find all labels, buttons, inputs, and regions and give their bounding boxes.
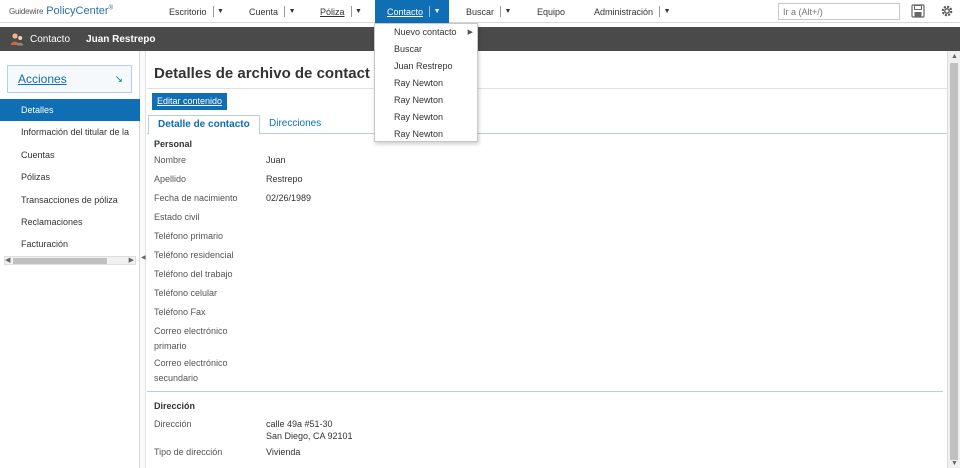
field-label-tipo-direccion: Tipo de dirección	[154, 447, 223, 457]
nav-label-administracion: Administración	[594, 6, 654, 17]
submenu-arrow-icon: ▶	[467, 29, 473, 36]
sidebar-splitter[interactable]: ◀	[140, 51, 146, 468]
field-value-fecha-nacimiento: 02/26/1989	[266, 193, 312, 203]
nav-tab-buscar[interactable]: Buscar ▼	[460, 0, 515, 23]
field-value-direccion-line1: calle 49a #51-30	[266, 419, 333, 429]
field-label-telefono-fax: Teléfono Fax	[154, 307, 206, 317]
nav-label-poliza: Póliza	[320, 6, 345, 17]
field-label-correo-secundario: Correo electrónico secundario	[154, 358, 228, 383]
actions-label: Acciones	[18, 72, 67, 86]
nav-tab-administracion[interactable]: Administración ▼	[588, 0, 674, 23]
top-navigation-bar: Guidewire PolicyCenter® Escritorio ▼ Cuen…	[0, 0, 960, 23]
sidebar-horizontal-scrollbar[interactable]: ◀ ▶	[4, 256, 136, 265]
scrollbar-thumb[interactable]	[13, 258, 107, 264]
nav-tab-cuenta[interactable]: Cuenta ▼	[243, 0, 299, 23]
caret-down-icon[interactable]: ▼	[214, 8, 228, 15]
contact-name: Juan Restrepo	[86, 33, 156, 45]
edit-content-button[interactable]: Editar contenido	[152, 93, 228, 110]
nav-tab-equipo[interactable]: Equipo	[531, 0, 571, 23]
field-label-direccion: Dirección	[154, 419, 192, 429]
caret-down-icon[interactable]: ▼	[660, 8, 674, 15]
field-label-apellido: Apellido	[154, 174, 187, 184]
scrollbar-thumb[interactable]	[950, 63, 958, 460]
sidebar-item-polizas[interactable]: Pólizas	[0, 166, 140, 188]
menu-item-buscar[interactable]: Buscar	[375, 41, 477, 58]
nav-tab-poliza[interactable]: Póliza ▼	[314, 0, 366, 23]
field-value-nombre: Juan	[266, 155, 286, 165]
sidebar-item-facturacion[interactable]: Facturación	[0, 233, 140, 255]
nav-label-buscar: Buscar	[466, 6, 495, 17]
nav-label-escritorio: Escritorio	[169, 6, 207, 17]
scroll-left-icon[interactable]: ◀	[5, 256, 10, 264]
scroll-right-icon[interactable]: ▶	[129, 256, 134, 264]
app-logo[interactable]: Guidewire PolicyCenter®	[9, 5, 113, 17]
tab-direcciones[interactable]: Direcciones	[260, 115, 330, 134]
caret-down-icon[interactable]: ▼	[430, 8, 444, 15]
menu-item-ray-newton[interactable]: Ray Newton	[375, 109, 477, 126]
sidebar-item-detalles[interactable]: Detalles	[0, 99, 140, 121]
menu-item-juan-restrepo[interactable]: Juan Restrepo	[375, 58, 477, 75]
main-content: Detalles de archivo de contact Editar co…	[147, 51, 947, 468]
sidebar-item-informacion-titular[interactable]: Información del titular de la	[0, 121, 140, 143]
menu-item-nuevo-contacto[interactable]: Nuevo contacto ▶	[375, 24, 477, 41]
field-label-nombre: Nombre	[154, 155, 187, 165]
brand-mark: ®	[108, 5, 113, 12]
menu-item-ray-newton[interactable]: Ray Newton	[375, 92, 477, 109]
brand-small: Guidewire	[9, 7, 44, 16]
divider	[147, 88, 947, 89]
nav-tab-contacto[interactable]: Contacto ▼	[375, 0, 449, 23]
actions-menu-button[interactable]: Acciones ↘	[7, 65, 132, 93]
menu-item-ray-newton[interactable]: Ray Newton	[375, 126, 477, 143]
context-label: Contacto	[30, 33, 71, 45]
sidebar-item-reclamaciones[interactable]: Reclamaciones	[0, 211, 140, 233]
quick-jump-input[interactable]	[778, 3, 900, 20]
sidebar-item-transacciones[interactable]: Transacciones de póliza	[0, 189, 140, 211]
section-divider	[147, 391, 943, 392]
field-label-correo-primario: Correo electrónico primario	[154, 326, 228, 351]
contacto-dropdown-menu: Nuevo contacto ▶ Buscar Juan Restrepo Ra…	[374, 23, 478, 142]
detail-tabs: Detalle de contacto Direcciones	[147, 115, 947, 135]
left-sidebar: Acciones ↘ Detalles Información del titu…	[0, 51, 140, 468]
edit-content-label: Editar contenido	[157, 96, 223, 106]
field-label-fecha-nacimiento: Fecha de nacimiento	[154, 193, 238, 203]
scroll-up-icon[interactable]: ▲	[951, 53, 958, 60]
settings-gear-icon[interactable]	[940, 4, 954, 18]
field-value-tipo-direccion: Vivienda	[266, 447, 301, 457]
field-value-apellido: Restrepo	[266, 174, 303, 184]
menu-item-label: Nuevo contacto	[394, 27, 457, 37]
caret-down-icon[interactable]: ▼	[352, 8, 366, 15]
caret-down-icon[interactable]: ▼	[285, 8, 299, 15]
field-label-telefono-residencial: Teléfono residencial	[154, 250, 234, 260]
caret-down-icon[interactable]: ▼	[501, 8, 515, 15]
field-label-telefono-primario: Teléfono primario	[154, 231, 224, 241]
nav-label-contacto: Contacto	[387, 6, 424, 17]
main-vertical-scrollbar[interactable]: ▲ ▼	[947, 51, 960, 468]
section-title-personal: Personal	[154, 139, 193, 149]
field-label-telefono-trabajo: Teléfono del trabajo	[154, 269, 233, 279]
brand-name: PolicyCenter	[46, 5, 109, 17]
diagonal-arrow-icon: ↘	[114, 74, 123, 85]
save-icon[interactable]	[911, 4, 925, 18]
menu-item-ray-newton[interactable]: Ray Newton	[375, 75, 477, 92]
collapse-handle-icon[interactable]: ◀	[141, 254, 146, 261]
contact-icon	[10, 33, 24, 46]
field-label-estado-civil: Estado civil	[154, 212, 200, 222]
nav-label-cuenta: Cuenta	[249, 6, 279, 17]
sidebar-item-cuentas[interactable]: Cuentas	[0, 144, 140, 166]
tab-detalle-de-contacto[interactable]: Detalle de contacto	[148, 115, 260, 135]
nav-tab-escritorio[interactable]: Escritorio ▼	[163, 0, 228, 23]
nav-label-equipo: Equipo	[537, 6, 566, 17]
page-title: Detalles de archivo de contact	[154, 65, 370, 82]
scroll-down-icon[interactable]: ▼	[951, 460, 958, 467]
field-label-telefono-celular: Teléfono celular	[154, 288, 218, 298]
field-value-direccion-line2: San Diego, CA 92101	[266, 431, 353, 441]
context-bar: Contacto Juan Restrepo	[0, 27, 960, 51]
section-title-direccion: Dirección	[154, 401, 196, 411]
